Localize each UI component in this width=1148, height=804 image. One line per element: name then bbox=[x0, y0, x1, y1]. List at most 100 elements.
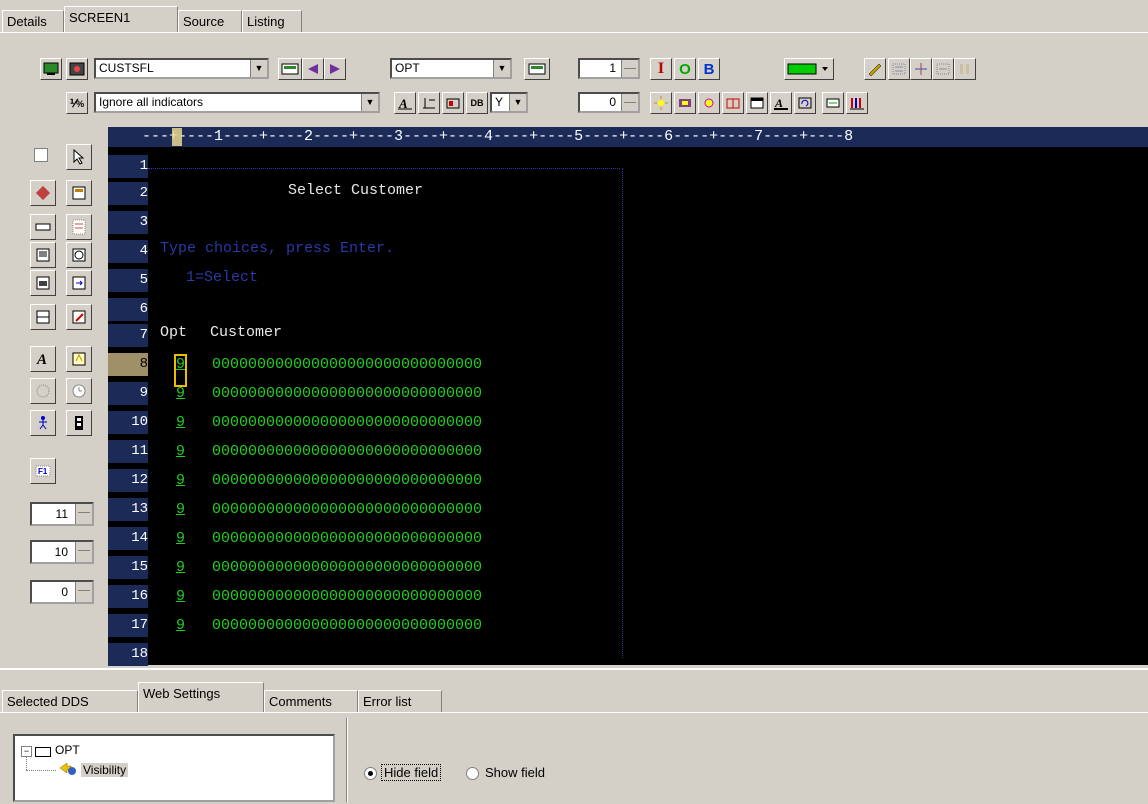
customer-field[interactable]: 000000000000000000000000000000 bbox=[212, 530, 482, 559]
spin-buttons-icon[interactable] bbox=[75, 504, 92, 524]
screen-option-text[interactable]: 1=Select bbox=[186, 269, 258, 298]
tab-source[interactable]: Source bbox=[178, 10, 242, 32]
opt-field[interactable]: 9 bbox=[176, 472, 185, 501]
image-field-icon[interactable] bbox=[30, 242, 56, 268]
bars-icon[interactable] bbox=[846, 92, 868, 114]
screen-instructions[interactable]: Type choices, press Enter. bbox=[160, 240, 394, 269]
offset-spinner[interactable]: 0 bbox=[30, 580, 94, 604]
record-layout-icon[interactable] bbox=[66, 180, 92, 206]
column-header-customer[interactable]: Customer bbox=[210, 324, 282, 353]
color-picker[interactable] bbox=[784, 58, 834, 80]
message-icon[interactable] bbox=[66, 346, 92, 372]
select-checkbox[interactable] bbox=[34, 148, 48, 162]
percent-icon[interactable]: ⅟% bbox=[66, 92, 88, 114]
row-spinner[interactable]: 1 bbox=[578, 58, 640, 79]
clock-field-icon[interactable] bbox=[66, 242, 92, 268]
new-record-icon[interactable] bbox=[278, 58, 302, 80]
pointer-icon[interactable] bbox=[66, 144, 92, 170]
display-icon[interactable] bbox=[40, 58, 62, 80]
wizard-icon[interactable] bbox=[30, 180, 56, 206]
hide-field-label[interactable]: Hide field bbox=[381, 764, 442, 781]
opt-field[interactable]: 9 bbox=[176, 385, 185, 414]
text-constant-icon[interactable]: A bbox=[30, 346, 56, 372]
opt-field[interactable]: 9 bbox=[176, 414, 185, 443]
pencil-icon[interactable] bbox=[864, 58, 886, 80]
printer-field-icon[interactable] bbox=[30, 270, 56, 296]
indicator-combo[interactable]: Ignore all indicators ▼ bbox=[94, 92, 380, 113]
input-field-button[interactable]: I bbox=[650, 58, 672, 80]
height-spinner[interactable]: 11 bbox=[30, 502, 94, 526]
width-spinner[interactable]: 10 bbox=[30, 540, 94, 564]
opt-field[interactable]: 9 bbox=[176, 530, 185, 559]
spin-buttons-icon[interactable] bbox=[621, 60, 638, 77]
underline-text-icon[interactable]: A bbox=[770, 92, 792, 114]
tab-selected-dds[interactable]: Selected DDS bbox=[2, 690, 138, 712]
time-field-icon[interactable] bbox=[66, 378, 92, 404]
function-key-icon[interactable]: F1 bbox=[30, 458, 56, 484]
insert-field-icon[interactable] bbox=[442, 92, 464, 114]
previous-icon[interactable] bbox=[302, 58, 324, 80]
customer-field[interactable]: 000000000000000000000000000000 bbox=[212, 617, 482, 646]
customer-field[interactable]: 000000000000000000000000000000 bbox=[212, 443, 482, 472]
show-field-radio[interactable] bbox=[466, 767, 479, 780]
spin-buttons-icon[interactable] bbox=[75, 582, 92, 602]
align-right-icon[interactable] bbox=[932, 58, 954, 80]
database-field-button[interactable]: DB bbox=[466, 92, 488, 114]
export-field-icon[interactable] bbox=[66, 270, 92, 296]
column-header-opt[interactable]: Opt bbox=[160, 324, 187, 353]
tree-child-label[interactable]: Visibility bbox=[81, 763, 129, 777]
column-icon[interactable] bbox=[954, 58, 976, 80]
opt-field[interactable]: 9 bbox=[176, 617, 185, 646]
y-combo[interactable]: Y ▼ bbox=[490, 92, 528, 113]
customer-field[interactable]: 000000000000000000000000000000 bbox=[212, 385, 482, 414]
column-spinner[interactable]: 0 bbox=[578, 92, 640, 113]
reverse-image-icon[interactable] bbox=[674, 92, 696, 114]
customer-field[interactable]: 000000000000000000000000000000 bbox=[212, 588, 482, 617]
person-icon[interactable] bbox=[30, 410, 56, 436]
text-icon[interactable]: A bbox=[394, 92, 416, 114]
next-icon[interactable] bbox=[324, 58, 346, 80]
date-field-icon[interactable] bbox=[30, 378, 56, 404]
tab-comments[interactable]: Comments bbox=[264, 690, 358, 712]
window-icon[interactable] bbox=[746, 92, 768, 114]
battery-icon[interactable] bbox=[66, 410, 92, 436]
customer-field[interactable]: 000000000000000000000000000000 bbox=[212, 356, 482, 385]
opt-field[interactable]: 9 bbox=[176, 588, 185, 617]
tab-details[interactable]: Details bbox=[2, 10, 64, 32]
blink-icon[interactable] bbox=[698, 92, 720, 114]
opt-field[interactable]: 9 bbox=[176, 559, 185, 588]
customer-field[interactable]: 000000000000000000000000000000 bbox=[212, 559, 482, 588]
output-field-button[interactable]: O bbox=[674, 58, 696, 80]
subfile-control-icon[interactable] bbox=[822, 92, 844, 114]
opt-field[interactable]: 9 bbox=[176, 501, 185, 530]
hide-field-radio[interactable] bbox=[364, 767, 377, 780]
list-box-icon[interactable] bbox=[66, 214, 92, 240]
record-format-combo[interactable]: CUSTSFL ▼ bbox=[94, 58, 269, 79]
tree-root-label[interactable]: OPT bbox=[55, 743, 80, 757]
insert-constant-icon[interactable] bbox=[418, 92, 440, 114]
align-left-icon[interactable] bbox=[888, 58, 910, 80]
frame-field-icon[interactable] bbox=[30, 304, 56, 330]
show-field-label[interactable]: Show field bbox=[485, 765, 545, 780]
record-icon[interactable] bbox=[66, 58, 88, 80]
input-box-icon[interactable] bbox=[30, 214, 56, 240]
edit-field-icon[interactable] bbox=[66, 304, 92, 330]
refresh-icon[interactable] bbox=[794, 92, 816, 114]
screen-title[interactable]: Select Customer bbox=[288, 182, 423, 211]
new-field-icon[interactable] bbox=[524, 58, 550, 80]
customer-field[interactable]: 000000000000000000000000000000 bbox=[212, 472, 482, 501]
highlight-icon[interactable] bbox=[650, 92, 672, 114]
customer-field[interactable]: 000000000000000000000000000000 bbox=[212, 501, 482, 530]
tab-listing[interactable]: Listing bbox=[242, 10, 302, 32]
customer-field[interactable]: 000000000000000000000000000000 bbox=[212, 414, 482, 443]
column-separator-icon[interactable] bbox=[722, 92, 744, 114]
tab-screen1[interactable]: SCREEN1 bbox=[64, 6, 178, 32]
opt-field[interactable]: 9 bbox=[176, 443, 185, 472]
opt-field[interactable]: 9 bbox=[173, 354, 188, 387]
both-field-button[interactable]: B bbox=[698, 58, 720, 80]
spin-buttons-icon[interactable] bbox=[75, 542, 92, 562]
align-center-icon[interactable] bbox=[910, 58, 932, 80]
spin-buttons-icon[interactable] bbox=[621, 94, 638, 111]
field-combo[interactable]: OPT ▼ bbox=[390, 58, 512, 79]
tab-web-settings[interactable]: Web Settings bbox=[138, 682, 264, 712]
